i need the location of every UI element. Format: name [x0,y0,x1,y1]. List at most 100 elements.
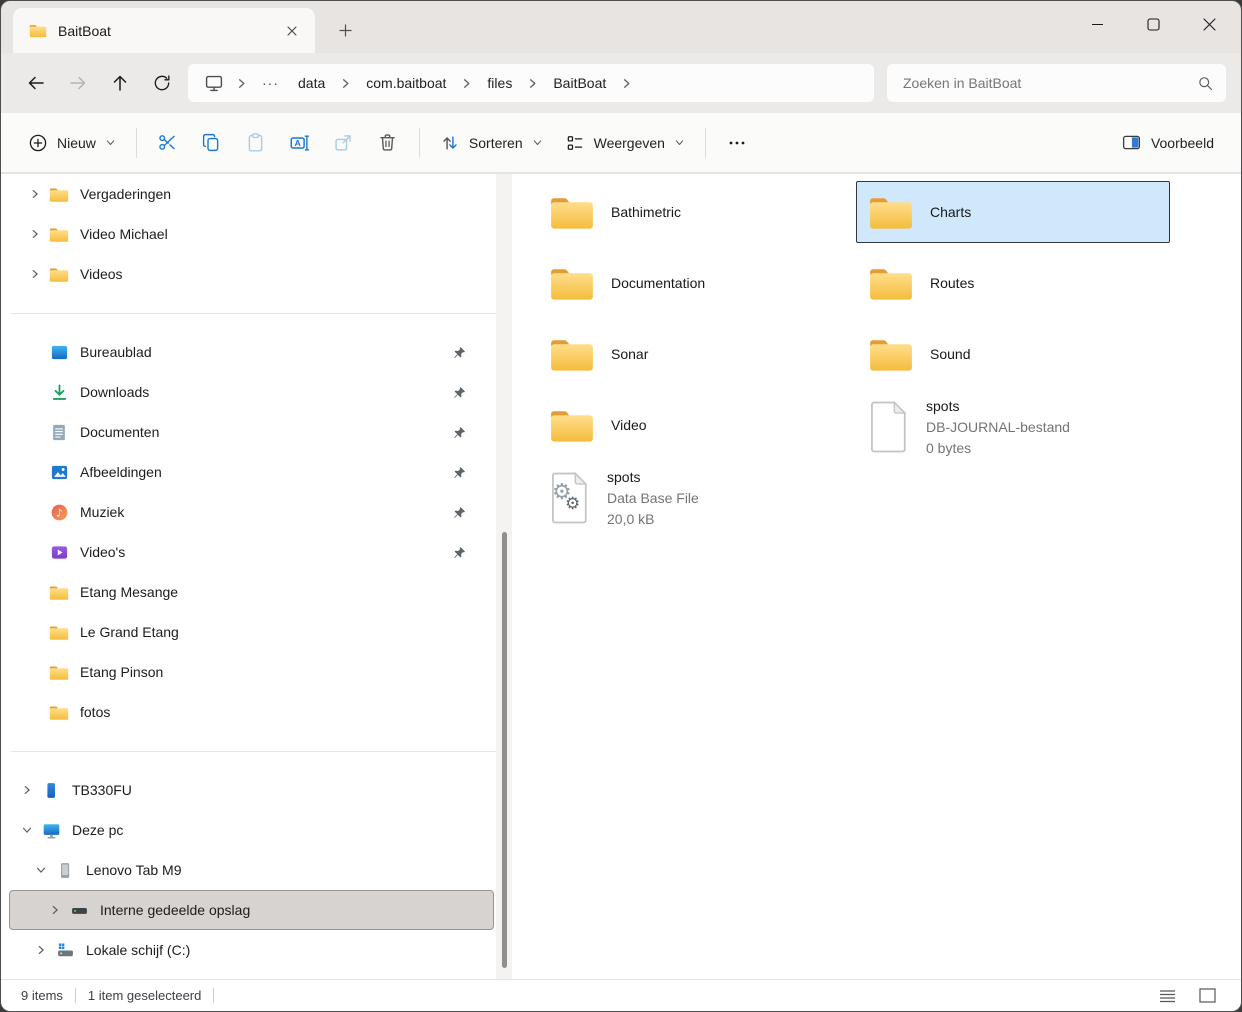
sidebar-item-downloads[interactable]: Downloads [9,372,494,412]
view-button-label: Weergeven [594,135,665,151]
file-tile-charts-selected[interactable]: Charts [856,181,1170,243]
chevron-right-icon[interactable] [20,784,33,796]
forward-button[interactable] [57,63,99,103]
chevron-down-icon[interactable] [20,824,33,836]
details-view-button[interactable] [1155,985,1179,1007]
sidebar-scrollbar-thumb[interactable] [502,532,507,968]
file-size: 20,0 kB [607,509,699,530]
file-tile-spots-db[interactable]: ⚙ ⚙ spots Data Base File 20,0 kB [537,465,843,531]
share-button[interactable] [322,123,366,163]
breadcrumb-item-baitboat[interactable]: BaitBoat [544,71,615,95]
close-window-button[interactable] [1181,1,1237,47]
file-tile-sound[interactable]: Sound [856,323,1170,385]
cut-button[interactable] [146,123,190,163]
new-tab-button[interactable] [329,14,361,46]
item-count: 9 items [21,988,63,1003]
arrow-left-icon [26,73,46,93]
plus-circle-icon [28,133,48,153]
scissors-icon [157,132,178,153]
pin-icon [452,545,467,563]
file-tile-spots-journal[interactable]: spots DB-JOURNAL-bestand 0 bytes [856,394,1170,460]
folder-icon [48,664,70,681]
sidebar-item-videos[interactable]: Videos [9,254,494,294]
view-button[interactable]: Weergeven [554,123,696,163]
more-options-button[interactable] [715,123,759,163]
sidebar-item-label: Vergaderingen [80,186,171,202]
refresh-button[interactable] [141,63,183,103]
file-tile-documentation[interactable]: Documentation [537,252,843,314]
sidebar-item-label: Muziek [80,504,124,520]
tablet-icon [54,861,76,880]
chevron-right-icon[interactable] [48,904,61,916]
sidebar-item-bureaublad[interactable]: Bureaublad [9,332,494,372]
sidebar-item-vergaderingen[interactable]: Vergaderingen [9,174,494,214]
chevron-right-icon[interactable] [28,188,41,200]
sidebar-item-fotos[interactable]: fotos [9,692,494,732]
sidebar-item-label: TB330FU [72,782,132,798]
maximize-button[interactable] [1125,1,1181,47]
maximize-icon [1147,18,1160,31]
sidebar-item-interne-gedeelde-opslag[interactable]: Interne gedeelde opslag [9,890,494,930]
sidebar-item-etang-mesange[interactable]: Etang Mesange [9,572,494,612]
breadcrumb-chevron-icon[interactable] [231,77,252,90]
sidebar-item-documenten[interactable]: Documenten [9,412,494,452]
breadcrumb-chevron-icon[interactable] [456,77,477,90]
delete-button[interactable] [366,123,410,163]
sidebar-item-afbeeldingen[interactable]: Afbeeldingen [9,452,494,492]
breadcrumb-chevron-icon[interactable] [522,77,543,90]
file-column-2: Charts Routes Sound spots DB-JOURN [856,181,1170,460]
pin-icon [452,425,467,443]
sidebar-item-lenovo-tab-m9[interactable]: Lenovo Tab M9 [9,850,494,890]
sidebar-item-video-michael[interactable]: Video Michael [9,214,494,254]
file-type: DB-JOURNAL-bestand [926,417,1070,438]
search-input[interactable] [901,74,1197,92]
up-button[interactable] [99,63,141,103]
chevron-right-icon[interactable] [34,944,47,956]
sidebar-item-lokale-schijf-c[interactable]: Lokale schijf (C:) [9,930,494,970]
breadcrumb-overflow-button[interactable]: ··· [253,71,288,95]
explorer-tab[interactable]: BaitBoat [13,8,315,53]
sidebar-item-label: Downloads [80,384,149,400]
large-icons-view-button[interactable] [1195,985,1219,1007]
sort-button[interactable]: Sorteren [429,123,554,163]
preview-button[interactable]: Voorbeeld [1110,123,1225,163]
pin-icon [452,345,467,363]
folder-icon [48,266,70,283]
pin-icon [452,385,467,403]
chevron-right-icon[interactable] [28,228,41,240]
breadcrumb-item-files[interactable]: files [478,71,521,95]
file-tile-bathimetric[interactable]: Bathimetric [537,181,843,243]
file-tile-video[interactable]: Video [537,394,843,456]
sidebar-item-muziek[interactable]: ♪ Muziek [9,492,494,532]
phone-icon [40,781,62,800]
sidebar-item-videos-library[interactable]: Video's [9,532,494,572]
file-tile-routes[interactable]: Routes [856,252,1170,314]
tab-close-button[interactable] [277,16,307,46]
breadcrumb-chevron-icon[interactable] [335,77,356,90]
breadcrumb-item-com-baitboat[interactable]: com.baitboat [357,71,455,95]
sidebar-divider [1,732,513,770]
paste-button[interactable] [234,123,278,163]
breadcrumb-this-pc-button[interactable] [198,69,230,97]
rename-icon: A [289,132,311,154]
sidebar-item-etang-pinson[interactable]: Etang Pinson [9,652,494,692]
breadcrumb-chevron-icon[interactable] [616,77,637,90]
copy-button[interactable] [190,123,234,163]
folder-icon [868,335,914,373]
sidebar-item-deze-pc[interactable]: Deze pc [9,810,494,850]
sidebar-item-label: Etang Pinson [80,664,163,680]
folder-icon [868,193,914,231]
sidebar-item-le-grand-etang[interactable]: Le Grand Etang [9,612,494,652]
chevron-down-icon[interactable] [34,864,47,876]
chevron-right-icon[interactable] [28,268,41,280]
sidebar-item-label: Lokale schijf (C:) [86,942,190,958]
arrow-up-icon [110,73,130,93]
new-button[interactable]: Nieuw [17,123,127,163]
rename-button[interactable]: A [278,123,322,163]
back-button[interactable] [15,63,57,103]
breadcrumb-item-data[interactable]: data [289,71,334,95]
file-name: spots [607,467,699,488]
file-tile-sonar[interactable]: Sonar [537,323,843,385]
sidebar-item-tb330fu[interactable]: TB330FU [9,770,494,810]
minimize-button[interactable] [1069,1,1125,47]
